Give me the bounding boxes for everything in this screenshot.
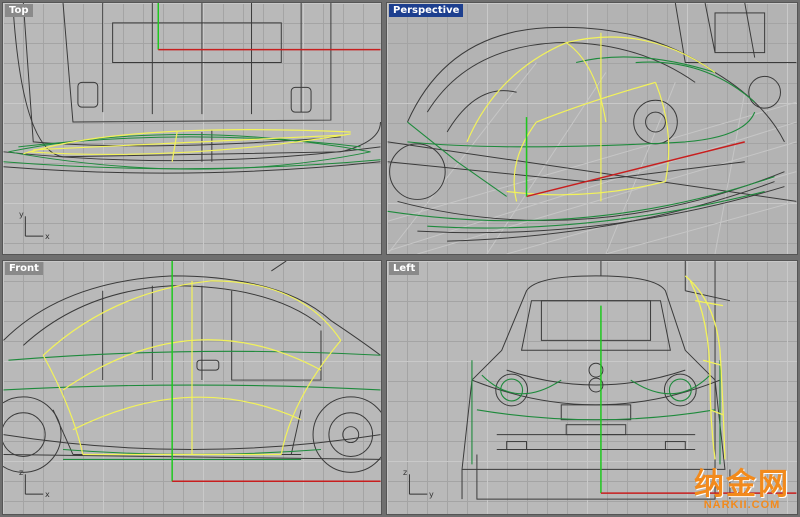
front-view-wireframe [3, 261, 381, 495]
watermark-url-text: NARKII.COM [703, 499, 781, 511]
viewport-label-left[interactable]: Left [389, 262, 420, 275]
watermark-logo: 纳金网 NARKII.COM [694, 470, 790, 511]
perspective-view-wireframe [387, 3, 797, 254]
top-viewport[interactable]: Top y x [2, 2, 382, 255]
perspective-viewport[interactable]: Perspective [386, 2, 798, 255]
axis-label-z: z [403, 468, 408, 477]
viewport-label-perspective[interactable]: Perspective [389, 4, 464, 17]
viewport-label-top[interactable]: Top [5, 4, 33, 17]
axis-label-x: x [45, 232, 50, 241]
axis-label-z: z [19, 468, 24, 477]
axis-label-y: y [19, 210, 24, 219]
front-viewport[interactable]: Front z x [2, 260, 382, 515]
axis-label-x: x [45, 490, 50, 499]
axis-label-y: y [429, 490, 434, 499]
watermark-chinese-text: 纳金网 [694, 467, 790, 502]
top-view-wireframe [3, 3, 381, 237]
viewport-label-front[interactable]: Front [5, 262, 43, 275]
